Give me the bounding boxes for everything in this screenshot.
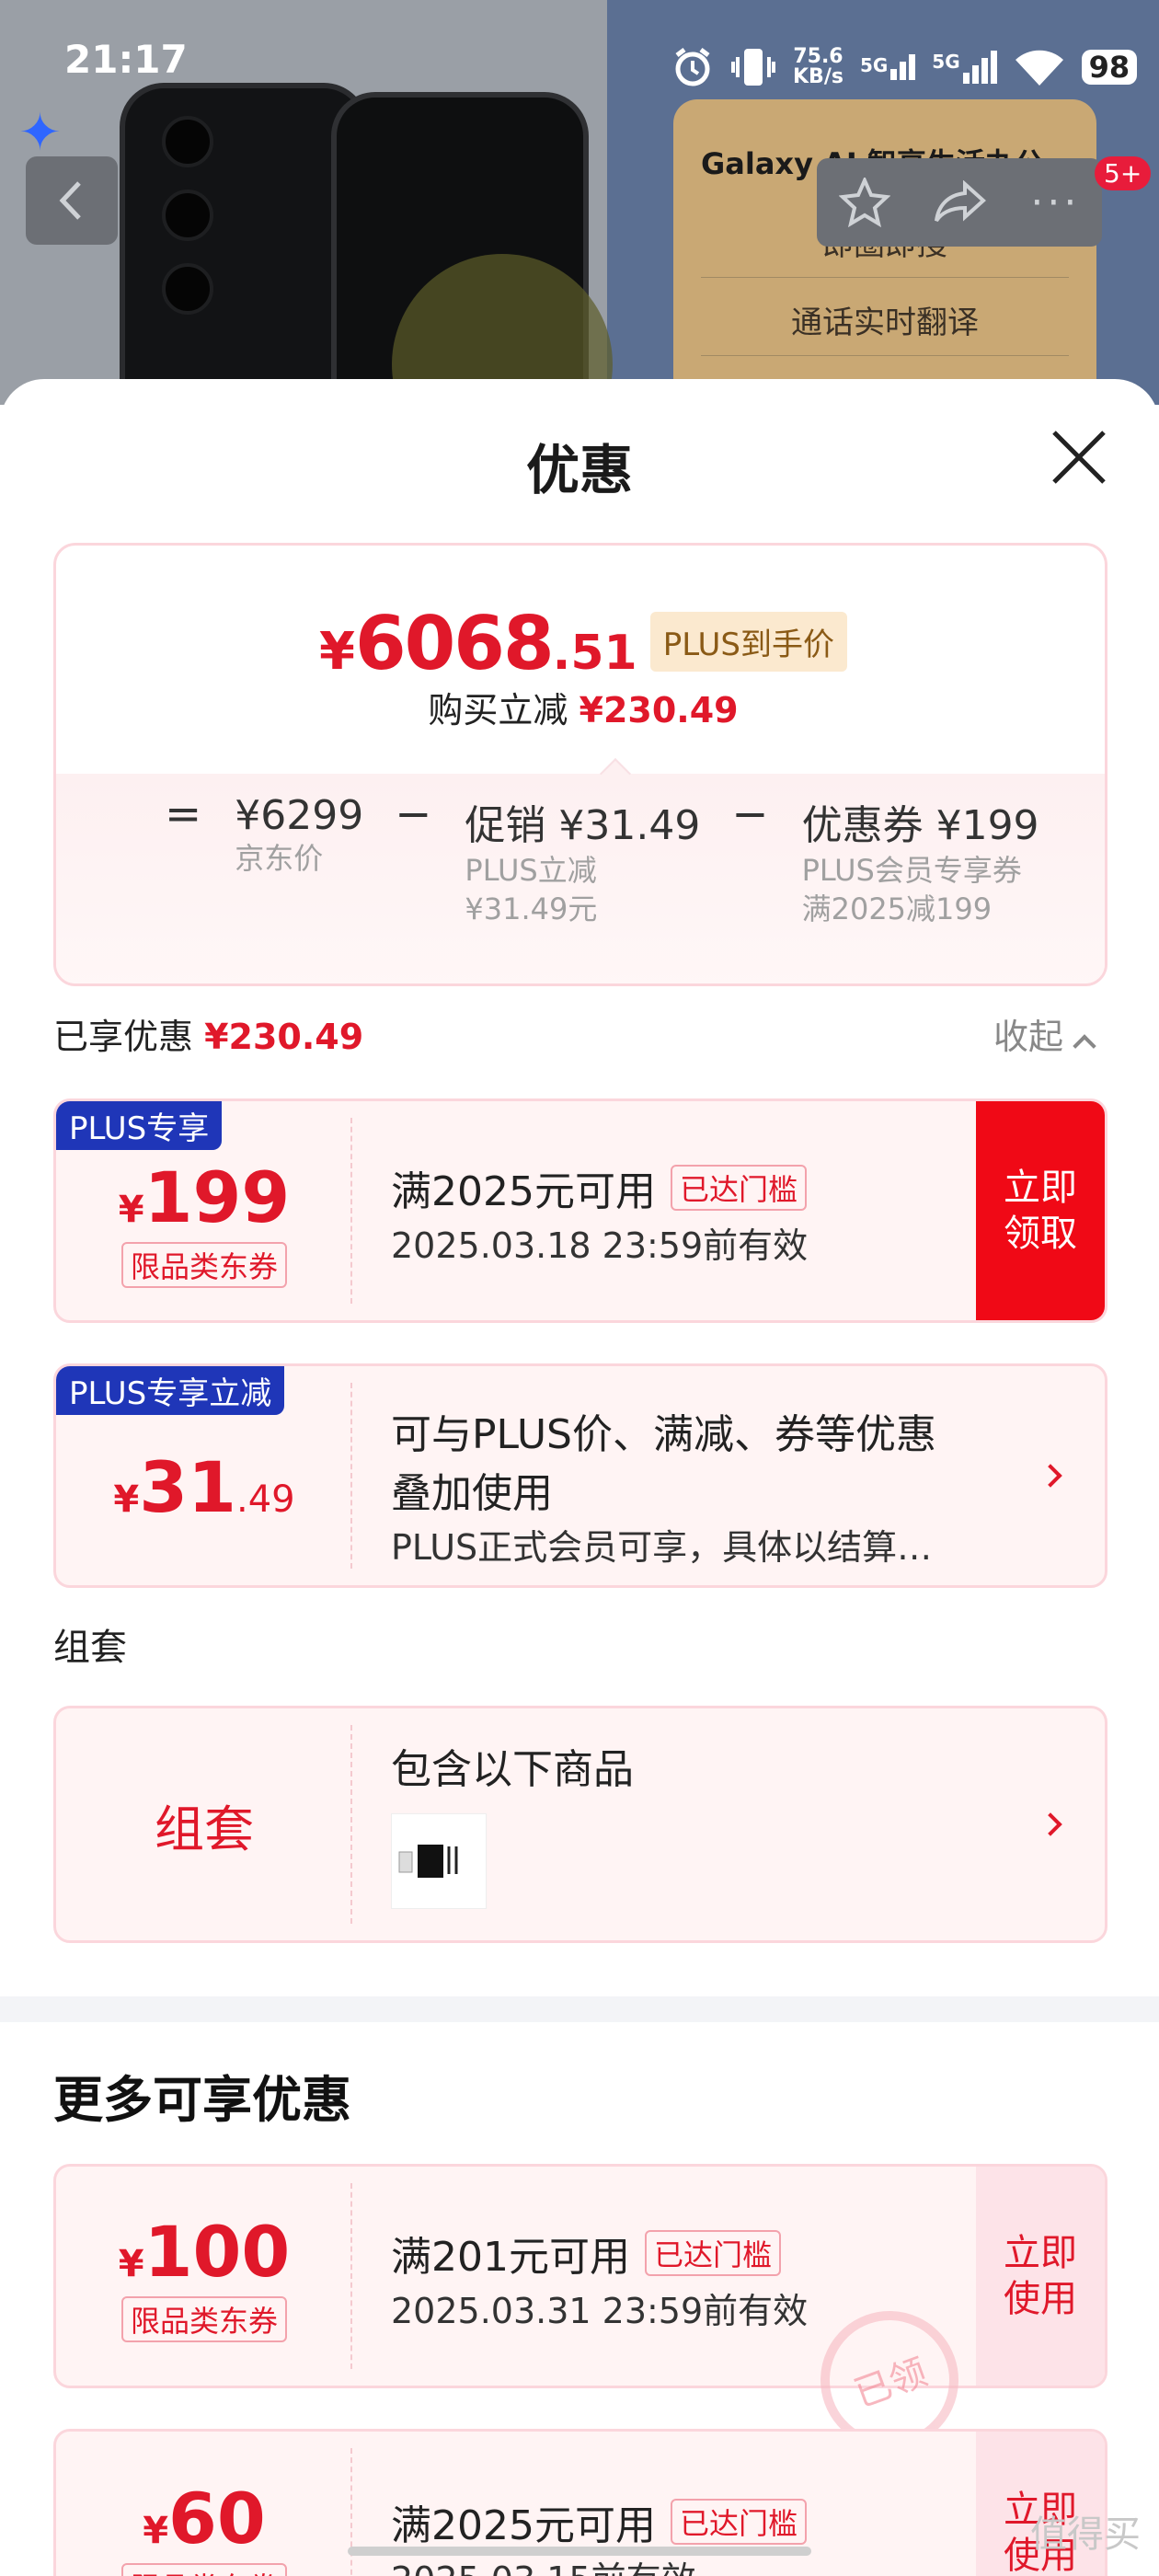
use-now-button[interactable]: 立即 使用 [976,2167,1105,2386]
battery-indicator: 98 [1081,50,1138,85]
threshold-badge: 已达门槛 [670,2499,807,2545]
minus-sign: − [395,788,432,840]
discount-note: PLUS正式会员可享，具体以结算… [391,1527,933,1568]
discount-amount: ¥31.49 [113,1445,295,1528]
enjoyed-discount: 已享优惠 ¥230.49 [53,1017,364,1057]
plus-price-tag: PLUS到手价 [649,612,847,672]
charger-image [398,1845,458,1878]
claim-button[interactable]: 立即 领取 [976,1101,1105,1320]
coupon-title: 满2025元可用 [391,2502,656,2549]
feature-row: 通话实时翻译 [701,297,1069,356]
coupon-scope: 限品类东券 [120,1241,287,1288]
price-summary-card: ¥6068.51 PLUS到手价 购买立减 ¥230.49 = ¥6299 京东… [53,543,1107,986]
status-time: 21:17 [64,37,188,82]
coupon-card: PLUS专享 ¥199 限品类东券 满2025元可用 已达门槛 2025.03.1… [53,1098,1107,1323]
close-icon[interactable] [1047,425,1111,489]
signal-5g-1: 5G [860,54,916,80]
sparkle-icon: ✦ [18,103,62,163]
bundle-section-label: 组套 [53,1627,127,1669]
coupon-amount: ¥60 [143,2478,266,2559]
top-action-group: ··· [817,158,1102,247]
star-icon[interactable] [838,178,890,227]
bundle-card[interactable]: 组套 包含以下商品 [53,1706,1107,1943]
discount-sheet: 优惠 ¥6068.51 PLUS到手价 购买立减 ¥230.49 = ¥6299… [0,379,1159,2576]
discount-title-line2: 叠加使用 [391,1470,553,1517]
coupon-scope: 限品类东券 [120,2563,287,2576]
final-price: ¥6068.51 [319,601,637,686]
bundle-title: 包含以下商品 [391,1746,634,1793]
watermark: 值得买 [1030,2513,1141,2556]
home-indicator[interactable] [348,2547,811,2556]
bundle-label: 组套 [155,1800,254,1858]
wifi-icon [1015,50,1063,86]
notification-badge: 5+ [1095,156,1152,190]
plus-discount-card[interactable]: PLUS专享立减 ¥31.49 可与PLUS价、满减、券等优惠 叠加使用 PLU… [53,1363,1107,1588]
minus-sign: − [731,788,769,840]
more-icon[interactable]: ··· [1030,179,1080,226]
coupon-title: 满2025元可用 [391,1168,656,1215]
vibrate-icon [731,49,775,86]
status-icons: 75.6 KB/s 5G 5G 98 [671,45,1138,88]
coupon-amount: ¥199 [118,1156,291,1238]
threshold-badge: 已达门槛 [644,2230,781,2276]
product-phone-front [331,92,613,405]
camera-lens [162,116,213,167]
formula-term: 促销 ¥31.49 PLUS立减 ¥31.49元 [465,802,701,926]
collapse-toggle[interactable]: 收起 [993,1008,1096,1059]
coupon-title: 满201元可用 [391,2234,630,2281]
save-line: 购买立减 ¥230.49 [428,690,739,730]
chevron-left-icon [59,181,81,220]
camera-lens [162,190,213,241]
formula-term: 优惠券 ¥199 PLUS会员专享券 满2025减199 [801,802,1039,926]
equals-sign: = [165,788,202,840]
final-price-row: ¥6068.51 PLUS到手价 [56,601,1105,686]
chevron-up-icon [1073,1034,1096,1058]
alarm-icon [675,48,710,86]
coupon-validity: 2025.03.18 23:59前有效 [391,1225,809,1266]
background-product-page: Galaxy AI 智享生活办公 即圈即搜 通话实时翻译 ✦ 21:17 75.… [0,0,1159,405]
coupon-scope: 限品类东券 [120,2295,287,2342]
coupon-amount: ¥100 [118,2210,291,2293]
price-formula: = ¥6299 京东价 − 促销 ¥31.49 PLUS立减 ¥31.49元 −… [165,788,1071,928]
signal-5g-2: 5G [932,51,997,84]
camera-lens [162,263,213,315]
more-discounts-title: 更多可享优惠 [53,2071,351,2129]
sheet-title: 优惠 [525,439,633,501]
discount-title: 可与PLUS价、满减、券等优惠 [391,1411,936,1458]
net-speed: 75.6 KB/s [793,45,843,88]
feature-card: Galaxy AI 智享生活办公 即圈即搜 通话实时翻译 [673,99,1096,405]
share-icon[interactable] [934,180,987,224]
threshold-badge: 已达门槛 [670,1165,807,1211]
formula-term: ¥6299 京东价 [235,792,364,876]
back-button[interactable] [26,156,118,245]
bundle-item-thumbnail[interactable] [391,1813,487,1909]
chevron-right-icon [1039,1464,1062,1488]
chevron-right-icon [1039,1812,1062,1836]
